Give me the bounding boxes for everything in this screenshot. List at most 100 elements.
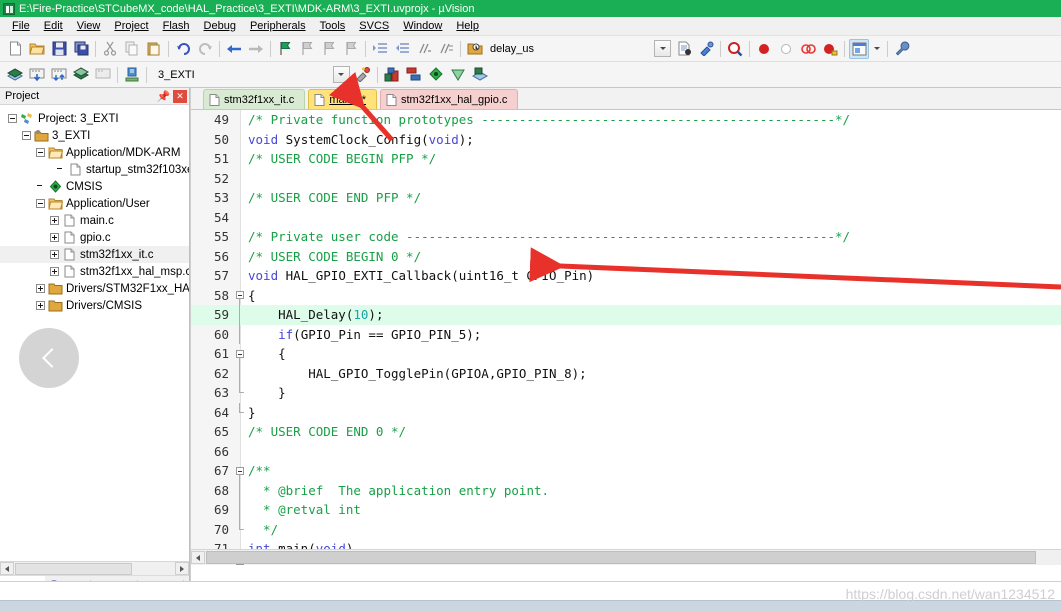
code-lines[interactable]: 49/* Private function prototypes -------… xyxy=(191,110,1061,565)
expander-icon[interactable] xyxy=(36,284,45,293)
code-line[interactable]: 49/* Private function prototypes -------… xyxy=(191,110,1061,130)
code-line[interactable]: 63 } xyxy=(191,383,1061,403)
multi-project-icon[interactable] xyxy=(404,65,424,85)
new-file-icon[interactable] xyxy=(5,39,25,59)
menu-project[interactable]: Project xyxy=(107,18,155,34)
code-line[interactable]: 68 * @brief The application entry point. xyxy=(191,481,1061,501)
bookmark-next-icon[interactable] xyxy=(319,39,339,59)
navigate-back-icon[interactable] xyxy=(224,39,244,59)
code-line[interactable]: 70 */ xyxy=(191,520,1061,540)
expander-icon[interactable] xyxy=(36,301,45,310)
code-line[interactable]: 69 * @retval int xyxy=(191,500,1061,520)
target-options-icon[interactable] xyxy=(465,39,485,59)
code-line[interactable]: 62 HAL_GPIO_TogglePin(GPIOA,GPIO_PIN_8); xyxy=(191,364,1061,384)
menu-debug[interactable]: Debug xyxy=(197,18,243,34)
code-line[interactable]: 61 { xyxy=(191,344,1061,364)
code-line[interactable]: 50void SystemClock_Config(void); xyxy=(191,130,1061,150)
target-options-icon[interactable] xyxy=(353,65,373,85)
scroll-thumb[interactable] xyxy=(206,551,1036,564)
target-dropdown-icon[interactable] xyxy=(333,66,350,83)
code-editor[interactable]: 49/* Private function prototypes -------… xyxy=(191,110,1061,565)
comment-icon[interactable] xyxy=(414,39,434,59)
breakpoint-disable-icon[interactable] xyxy=(776,39,796,59)
scroll-left-arrow-icon[interactable] xyxy=(191,551,205,564)
open-file-icon[interactable] xyxy=(27,39,47,59)
code-line[interactable]: 64} xyxy=(191,403,1061,423)
pack-installer-icon[interactable] xyxy=(426,65,446,85)
menu-tools[interactable]: Tools xyxy=(313,18,353,34)
tree-node-application-user[interactable]: Application/User xyxy=(0,195,189,212)
code-line[interactable]: 52 xyxy=(191,169,1061,189)
window-manage-icon[interactable] xyxy=(849,39,869,59)
tree-node-stm32f1xx-it-c[interactable]: stm32f1xx_it.c xyxy=(0,246,189,263)
scroll-track[interactable] xyxy=(133,562,175,575)
find-in-files-icon[interactable] xyxy=(725,39,745,59)
dropdown-caret-icon[interactable] xyxy=(871,39,883,59)
rebuild-all-icon[interactable] xyxy=(49,65,69,85)
translate-icon[interactable] xyxy=(5,65,25,85)
tree-node-application-mdk-arm[interactable]: Application/MDK-ARM xyxy=(0,144,189,161)
menu-window[interactable]: Window xyxy=(396,18,449,34)
scroll-thumb[interactable] xyxy=(15,563,132,575)
breakpoint-kill-all-icon[interactable] xyxy=(798,39,818,59)
code-line[interactable]: 54 xyxy=(191,208,1061,228)
download-icon[interactable] xyxy=(122,65,142,85)
tree-node-cmsis[interactable]: CMSIS xyxy=(0,178,189,195)
code-line[interactable]: 67/** xyxy=(191,461,1061,481)
code-line[interactable]: 66 xyxy=(191,442,1061,462)
bookmark-toggle-icon[interactable] xyxy=(275,39,295,59)
tree-node-project[interactable]: Project: 3_EXTI xyxy=(0,110,189,127)
editor-tab-main-c[interactable]: main.c* xyxy=(308,89,377,109)
utilities-icon[interactable] xyxy=(892,39,912,59)
code-line[interactable]: 60 if(GPIO_Pin == GPIO_PIN_5); xyxy=(191,325,1061,345)
expander-icon[interactable] xyxy=(36,199,45,208)
code-line[interactable]: 57void HAL_GPIO_EXTI_Callback(uint16_t G… xyxy=(191,266,1061,286)
save-all-icon[interactable] xyxy=(71,39,91,59)
menu-help[interactable]: Help xyxy=(449,18,486,34)
paste-icon[interactable] xyxy=(144,39,164,59)
expander-icon[interactable] xyxy=(50,267,59,276)
manage-runtime-icon[interactable] xyxy=(382,65,402,85)
tree-node-target[interactable]: 3_EXTI xyxy=(0,127,189,144)
uncomment-icon[interactable] xyxy=(436,39,456,59)
close-icon[interactable]: ✕ xyxy=(173,90,187,103)
manage-components-icon[interactable] xyxy=(448,65,468,85)
scroll-right-arrow-icon[interactable] xyxy=(175,562,189,575)
configure-icon[interactable] xyxy=(696,39,716,59)
stop-build-icon[interactable] xyxy=(93,65,113,85)
menu-flash[interactable]: Flash xyxy=(156,18,197,34)
code-line[interactable]: 58{ xyxy=(191,286,1061,306)
expander-icon[interactable] xyxy=(22,131,31,140)
file-properties-icon[interactable] xyxy=(674,39,694,59)
menu-view[interactable]: View xyxy=(70,18,108,34)
tree-node-drivers-cmsis[interactable]: Drivers/CMSIS xyxy=(0,297,189,314)
tree-node-main-c[interactable]: main.c xyxy=(0,212,189,229)
fold-collapse-icon[interactable] xyxy=(233,286,246,306)
expander-icon[interactable] xyxy=(36,148,45,157)
menu-peripherals[interactable]: Peripherals xyxy=(243,18,313,34)
indent-icon[interactable] xyxy=(370,39,390,59)
code-line[interactable]: 53/* USER CODE END PFP */ xyxy=(191,188,1061,208)
cut-icon[interactable] xyxy=(100,39,120,59)
project-tree[interactable]: Project: 3_EXTI 3_EXTI Application/MDK-A… xyxy=(0,106,189,561)
tree-node-gpio-c[interactable]: gpio.c xyxy=(0,229,189,246)
tree-node-drivers-stm32f1xx-hal[interactable]: Drivers/STM32F1xx_HAL_ xyxy=(0,280,189,297)
back-button[interactable] xyxy=(19,328,79,388)
menu-file[interactable]: File xyxy=(5,18,37,34)
editor-hscrollbar[interactable] xyxy=(191,549,1061,565)
bookmark-prev-icon[interactable] xyxy=(297,39,317,59)
fold-collapse-icon[interactable] xyxy=(233,461,246,481)
dropdown-icon[interactable] xyxy=(654,40,671,57)
tree-node-stm32f1xx-hal-msp-c[interactable]: stm32f1xx_hal_msp.c xyxy=(0,263,189,280)
editor-tab-stm32f1xx-hal-gpio-c[interactable]: stm32f1xx_hal_gpio.c xyxy=(380,89,518,109)
bookmark-clear-icon[interactable] xyxy=(341,39,361,59)
scroll-left-arrow-icon[interactable] xyxy=(0,562,14,575)
code-line[interactable]: 51/* USER CODE BEGIN PFP */ xyxy=(191,149,1061,169)
breakpoint-disable-all-icon[interactable] xyxy=(820,39,840,59)
save-icon[interactable] xyxy=(49,39,69,59)
expander-icon[interactable] xyxy=(50,250,59,259)
code-line[interactable]: 59 HAL_Delay(10); xyxy=(191,305,1061,325)
navigate-forward-icon[interactable] xyxy=(246,39,266,59)
expander-icon[interactable] xyxy=(8,114,17,123)
redo-icon[interactable] xyxy=(195,39,215,59)
